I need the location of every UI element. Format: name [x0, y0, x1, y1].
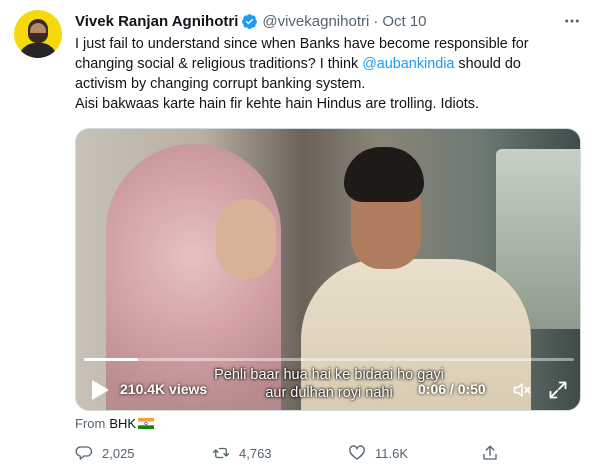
like-icon [349, 445, 365, 460]
tweet-actions: 2,025 4,763 11.6K [75, 444, 505, 466]
video-progress-fill [84, 358, 138, 361]
reply-button[interactable]: 2,025 [75, 444, 135, 462]
avatar[interactable] [14, 10, 62, 58]
tweet[interactable]: Vivek Ranjan Agnihotri @vivekagnihotri ·… [0, 0, 607, 473]
view-count: 210.4K views [120, 381, 208, 397]
video-player[interactable]: Pehli baar hua hai ke bidaai ho gayi aur… [75, 128, 581, 411]
video-timecode: 0:06 / 0:50 [418, 381, 486, 397]
like-count: 11.6K [375, 445, 409, 461]
mention-link[interactable]: @aubankindia [362, 56, 454, 72]
fullscreen-icon[interactable] [548, 380, 568, 400]
tweet-line-2: changing social & religious traditions? … [75, 56, 521, 72]
retweet-count: 4,763 [239, 445, 272, 461]
video-controls: 210.4K views 0:06 / 0:50 [76, 375, 580, 405]
reply-count: 2,025 [102, 445, 135, 461]
retweet-button[interactable]: 4,763 [212, 444, 272, 462]
video-progress-bar[interactable] [84, 358, 574, 361]
source-app-link[interactable]: BHK [109, 416, 136, 431]
tweet-line-3: activism by changing corrupt banking sys… [75, 76, 366, 92]
tweet-source: From BHK [75, 416, 155, 431]
play-icon[interactable] [90, 379, 110, 401]
share-icon [483, 445, 497, 460]
author-handle[interactable]: @vivekagnihotri [262, 13, 369, 30]
retweet-icon [212, 447, 230, 459]
like-button[interactable]: 11.6K [348, 444, 408, 462]
author-name[interactable]: Vivek Ranjan Agnihotri [75, 13, 238, 30]
tweet-header: Vivek Ranjan Agnihotri @vivekagnihotri ·… [75, 11, 427, 31]
volume-icon[interactable] [511, 380, 533, 400]
verified-badge-icon [242, 13, 258, 29]
more-icon[interactable] [561, 12, 583, 30]
tweet-date[interactable]: Oct 10 [382, 13, 426, 30]
india-flag-icon [138, 418, 155, 429]
reply-icon [75, 446, 93, 460]
source-label: From [75, 416, 106, 431]
tweet-line-4: Aisi bakwaas karte hain fir kehte hain H… [75, 96, 479, 112]
share-button[interactable] [481, 444, 508, 462]
tweet-line-1: I just fail to understand since when Ban… [75, 36, 529, 52]
tweet-text: I just fail to understand since when Ban… [75, 34, 595, 114]
separator: · [373, 12, 379, 30]
